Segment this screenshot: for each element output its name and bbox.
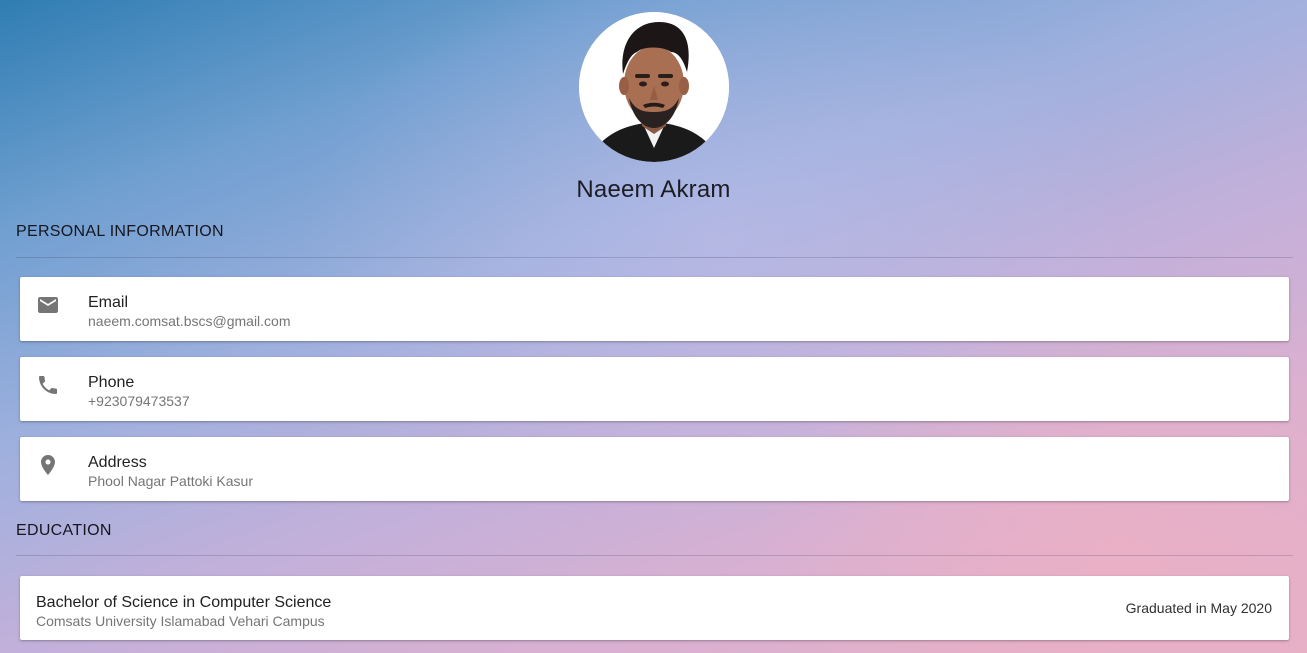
phone-value: +923079473537	[88, 393, 190, 409]
profile-avatar	[579, 12, 729, 162]
email-value: naeem.comsat.bscs@gmail.com	[88, 313, 291, 329]
institution-name: Comsats University Islamabad Vehari Camp…	[36, 613, 325, 629]
section-title-education: EDUCATION	[16, 522, 112, 539]
profile-photo-icon	[579, 12, 729, 162]
email-list-item[interactable]: Email naeem.comsat.bscs@gmail.com	[20, 277, 1289, 341]
email-label: Email	[88, 294, 129, 311]
location-pin-icon	[36, 453, 60, 477]
degree-title: Bachelor of Science in Computer Science	[36, 594, 332, 611]
phone-list-item[interactable]: Phone +923079473537	[20, 357, 1289, 421]
section-divider	[16, 257, 1293, 258]
graduation-status: Graduated in May 2020	[1125, 600, 1272, 616]
address-value: Phool Nagar Pattoki Kasur	[88, 473, 253, 489]
address-label: Address	[88, 454, 147, 471]
email-icon	[36, 293, 60, 317]
profile-name: Naeem Akram	[576, 176, 731, 203]
education-list-item[interactable]: Bachelor of Science in Computer Science …	[20, 576, 1289, 640]
section-divider	[16, 555, 1293, 556]
section-title-personal-information: PERSONAL INFORMATION	[16, 223, 224, 240]
phone-icon	[36, 373, 60, 397]
phone-label: Phone	[88, 374, 135, 391]
address-list-item[interactable]: Address Phool Nagar Pattoki Kasur	[20, 437, 1289, 501]
